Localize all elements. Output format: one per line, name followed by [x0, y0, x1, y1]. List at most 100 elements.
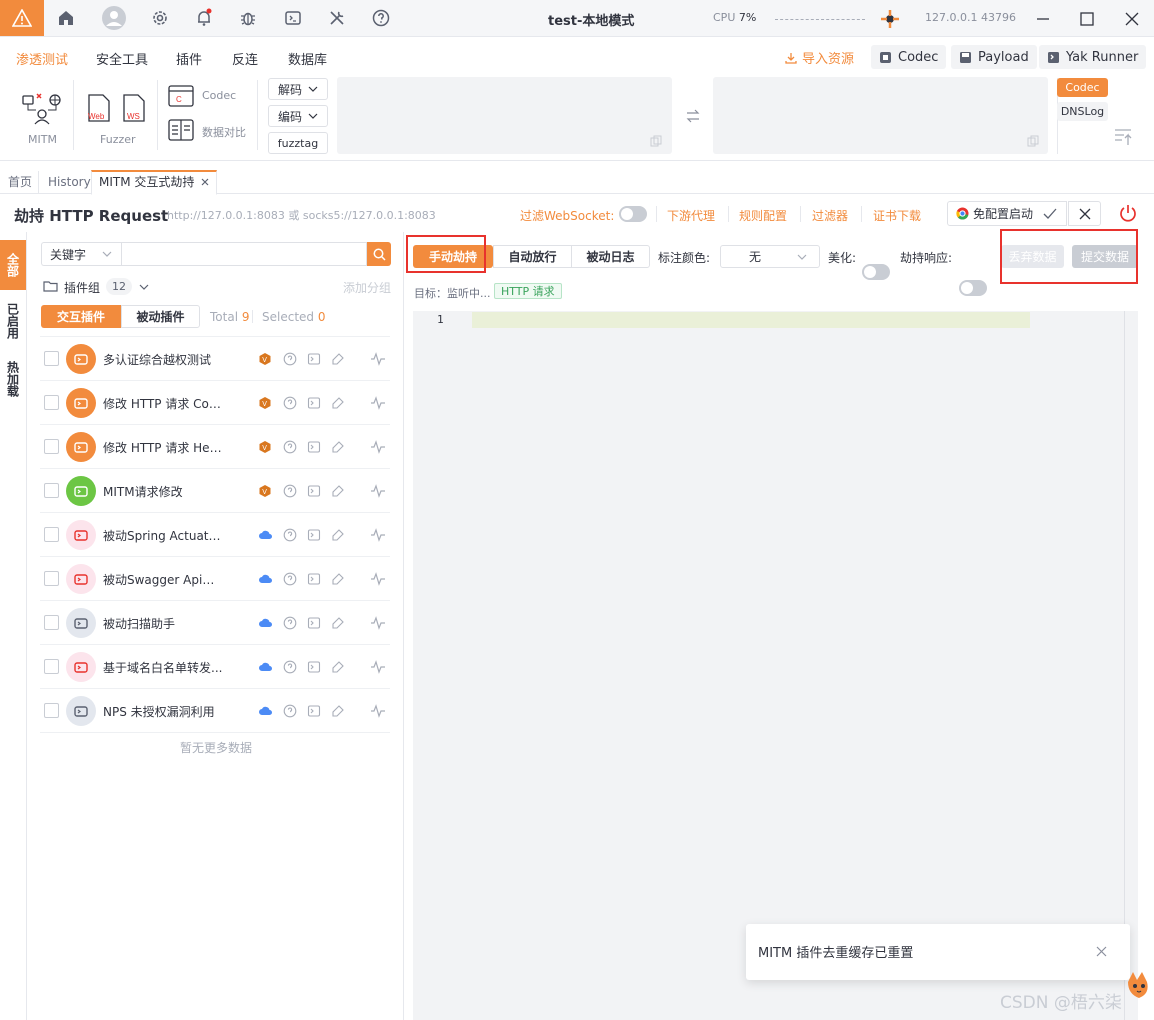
tools-icon[interactable] — [327, 8, 349, 30]
help-icon[interactable] — [283, 352, 297, 366]
terminal-icon[interactable] — [307, 704, 321, 718]
plugin-checkbox[interactable] — [44, 395, 59, 410]
color-select[interactable]: 无 — [720, 245, 820, 268]
plugin-row[interactable]: NPS 未授权漏洞利用 — [40, 689, 390, 733]
plugin-row[interactable]: 基于域名白名单转发... — [40, 645, 390, 689]
tab-enabled-plugins[interactable]: 已启用 — [0, 296, 26, 346]
compare-tool-label[interactable]: 数据对比 — [202, 124, 246, 140]
activity-icon[interactable] — [370, 484, 385, 498]
browser-close-button[interactable] — [1068, 201, 1101, 226]
ws-fuzzer-icon[interactable]: WS — [121, 93, 147, 123]
plugin-row[interactable]: MITM请求修改 V — [40, 469, 390, 513]
tab-hot-reload[interactable]: 热加载 — [0, 352, 26, 406]
plugin-checkbox[interactable] — [44, 527, 59, 542]
terminal-icon[interactable] — [307, 616, 321, 630]
request-editor[interactable] — [413, 311, 1138, 1020]
plugin-checkbox[interactable] — [44, 483, 59, 498]
tab-all-plugins[interactable]: 全部 — [0, 240, 26, 290]
tab-passive-plugins[interactable]: 被动插件 — [121, 305, 200, 328]
menu-reverse[interactable]: 反连 — [232, 49, 258, 68]
help-icon[interactable] — [283, 572, 297, 586]
toast-close-icon[interactable] — [1096, 946, 1107, 957]
terminal-icon[interactable] — [307, 352, 321, 366]
swap-icon[interactable] — [685, 108, 701, 124]
downstream-proxy-link[interactable]: 下游代理 — [667, 207, 715, 224]
search-field-select[interactable]: 关键字 — [41, 242, 121, 266]
edit-icon[interactable] — [331, 352, 345, 366]
tab-mitm[interactable]: MITM 交互式劫持 — [99, 171, 194, 193]
terminal-icon[interactable] — [307, 484, 321, 498]
compare-tool-icon[interactable] — [168, 118, 194, 142]
help-icon[interactable] — [283, 440, 297, 454]
help-icon[interactable] — [283, 660, 297, 674]
side-tag-codec[interactable]: Codec — [1057, 78, 1108, 97]
user-avatar-icon[interactable] — [102, 6, 126, 30]
search-button[interactable] — [367, 242, 391, 266]
fuzztag-button[interactable]: fuzztag — [268, 132, 328, 154]
tab-close-icon[interactable] — [201, 178, 209, 186]
plugin-row[interactable]: 修改 HTTP 请求 Hea... V — [40, 425, 390, 469]
terminal-icon[interactable] — [307, 660, 321, 674]
rule-config-link[interactable]: 规则配置 — [739, 207, 787, 224]
mitm-tool-icon[interactable] — [20, 88, 64, 128]
tab-interactive-plugins[interactable]: 交互插件 — [41, 305, 121, 328]
collapse-icon[interactable] — [1113, 128, 1133, 146]
home-icon[interactable] — [56, 8, 78, 30]
plugin-checkbox[interactable] — [44, 703, 59, 718]
plugin-checkbox[interactable] — [44, 439, 59, 454]
engine-icon[interactable] — [880, 9, 900, 29]
codec-tool-label[interactable]: Codec — [202, 89, 236, 102]
plugin-checkbox[interactable] — [44, 351, 59, 366]
terminal-icon[interactable] — [307, 572, 321, 586]
beautify-toggle[interactable] — [862, 264, 890, 280]
app-logo[interactable] — [0, 0, 44, 36]
plugin-search-input[interactable] — [121, 242, 367, 266]
activity-icon[interactable] — [370, 528, 385, 542]
payload-button[interactable]: Payload — [951, 45, 1037, 69]
terminal-icon[interactable] — [307, 440, 321, 454]
chevron-down-icon[interactable] — [139, 284, 149, 290]
edit-icon[interactable] — [331, 704, 345, 718]
web-fuzzer-icon[interactable]: Web — [86, 93, 112, 123]
plugin-checkbox[interactable] — [44, 659, 59, 674]
help-icon[interactable] — [283, 484, 297, 498]
plugin-row[interactable]: 修改 HTTP 请求 Coo... V — [40, 381, 390, 425]
menu-security-tools[interactable]: 安全工具 — [96, 49, 148, 68]
tab-history[interactable]: History — [48, 171, 91, 193]
activity-icon[interactable] — [370, 704, 385, 718]
editor-scrollbar[interactable] — [1124, 311, 1125, 1020]
activity-icon[interactable] — [370, 616, 385, 630]
tab-home[interactable]: 首页 — [8, 171, 32, 193]
edit-icon[interactable] — [331, 440, 345, 454]
edit-icon[interactable] — [331, 396, 345, 410]
plugin-row[interactable]: 被动Swagger Api扫描 — [40, 557, 390, 601]
auto-forward-button[interactable]: 自动放行 — [493, 245, 572, 268]
browser-launch-button[interactable]: 免配置启动 — [947, 201, 1067, 226]
help-icon[interactable] — [371, 8, 393, 30]
help-icon[interactable] — [283, 616, 297, 630]
terminal-icon[interactable] — [283, 8, 305, 30]
notification-bell-icon[interactable] — [194, 8, 216, 30]
add-group-button[interactable]: 添加分组 — [343, 279, 391, 296]
side-tag-dnslog[interactable]: DNSLog — [1057, 102, 1108, 121]
bug-icon[interactable] — [238, 8, 260, 30]
activity-icon[interactable] — [370, 660, 385, 674]
copy-icon[interactable] — [1027, 135, 1039, 147]
codec-output[interactable] — [713, 77, 1048, 154]
plugin-row[interactable]: 多认证综合越权测试 V — [40, 337, 390, 381]
help-icon[interactable] — [283, 704, 297, 718]
activity-icon[interactable] — [370, 572, 385, 586]
power-icon[interactable] — [1118, 203, 1138, 223]
plugin-checkbox[interactable] — [44, 571, 59, 586]
settings-icon[interactable] — [150, 8, 172, 30]
plugin-checkbox[interactable] — [44, 615, 59, 630]
menu-plugins[interactable]: 插件 — [176, 49, 202, 68]
terminal-icon[interactable] — [307, 396, 321, 410]
help-icon[interactable] — [283, 396, 297, 410]
yak-runner-button[interactable]: Yak Runner — [1039, 45, 1147, 69]
edit-icon[interactable] — [331, 660, 345, 674]
filter-websocket-toggle[interactable] — [619, 206, 647, 222]
decode-select[interactable]: 解码 — [268, 78, 328, 100]
plugin-row[interactable]: 被动扫描助手 — [40, 601, 390, 645]
codec-input[interactable] — [337, 77, 672, 154]
